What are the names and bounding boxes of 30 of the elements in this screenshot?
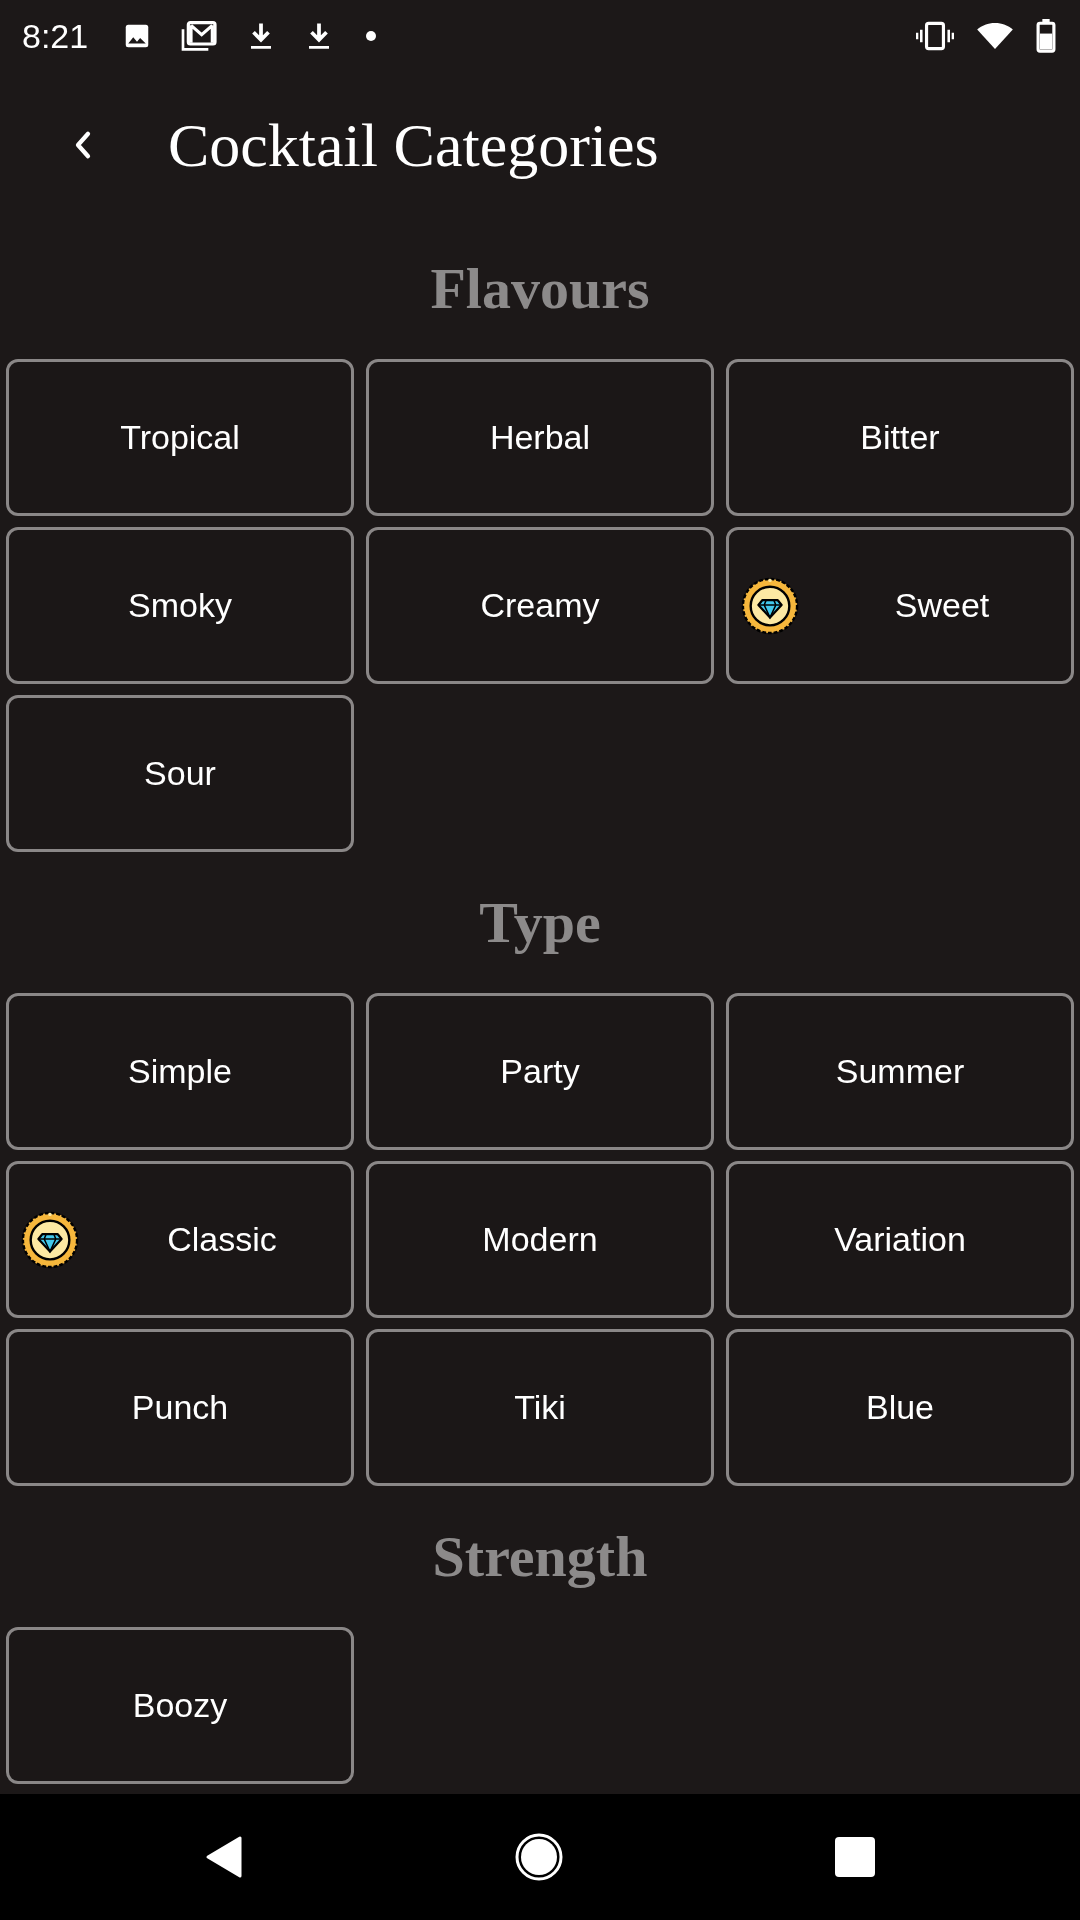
category-button[interactable]: Sweet bbox=[726, 527, 1074, 684]
category-button[interactable]: Summer bbox=[726, 993, 1074, 1150]
category-button[interactable]: Simple bbox=[6, 993, 354, 1150]
category-button[interactable]: Blue bbox=[726, 1329, 1074, 1486]
category-button[interactable]: Bitter bbox=[726, 359, 1074, 516]
page-title: Cocktail Categories bbox=[168, 110, 659, 180]
section-heading: Type bbox=[479, 890, 601, 955]
category-button[interactable]: Party bbox=[366, 993, 714, 1150]
category-button[interactable]: Variation bbox=[726, 1161, 1074, 1318]
wifi-icon bbox=[976, 21, 1014, 51]
back-icon[interactable] bbox=[74, 130, 92, 160]
category-button[interactable]: Modern bbox=[366, 1161, 714, 1318]
dot-icon bbox=[366, 31, 377, 41]
category-button[interactable]: Creamy bbox=[366, 527, 714, 684]
category-button[interactable]: Classic bbox=[6, 1161, 354, 1318]
home-icon[interactable] bbox=[515, 1833, 563, 1881]
category-button[interactable]: Herbal bbox=[366, 359, 714, 516]
vibrate-icon bbox=[916, 21, 954, 51]
battery-icon bbox=[1036, 19, 1056, 53]
back-icon[interactable] bbox=[205, 1835, 243, 1879]
category-button[interactable]: Smoky bbox=[6, 527, 354, 684]
category-button[interactable]: Sour bbox=[6, 695, 354, 852]
category-button[interactable]: Tiki bbox=[366, 1329, 714, 1486]
category-button[interactable]: Boozy bbox=[6, 1627, 354, 1784]
category-button[interactable]: Tropical bbox=[6, 359, 354, 516]
mail-icon bbox=[180, 20, 219, 52]
category-button[interactable]: Punch bbox=[6, 1329, 354, 1486]
section-heading: Strength bbox=[432, 1524, 648, 1589]
section-heading: Flavours bbox=[430, 256, 650, 321]
status-time: 8:21 bbox=[22, 16, 89, 56]
